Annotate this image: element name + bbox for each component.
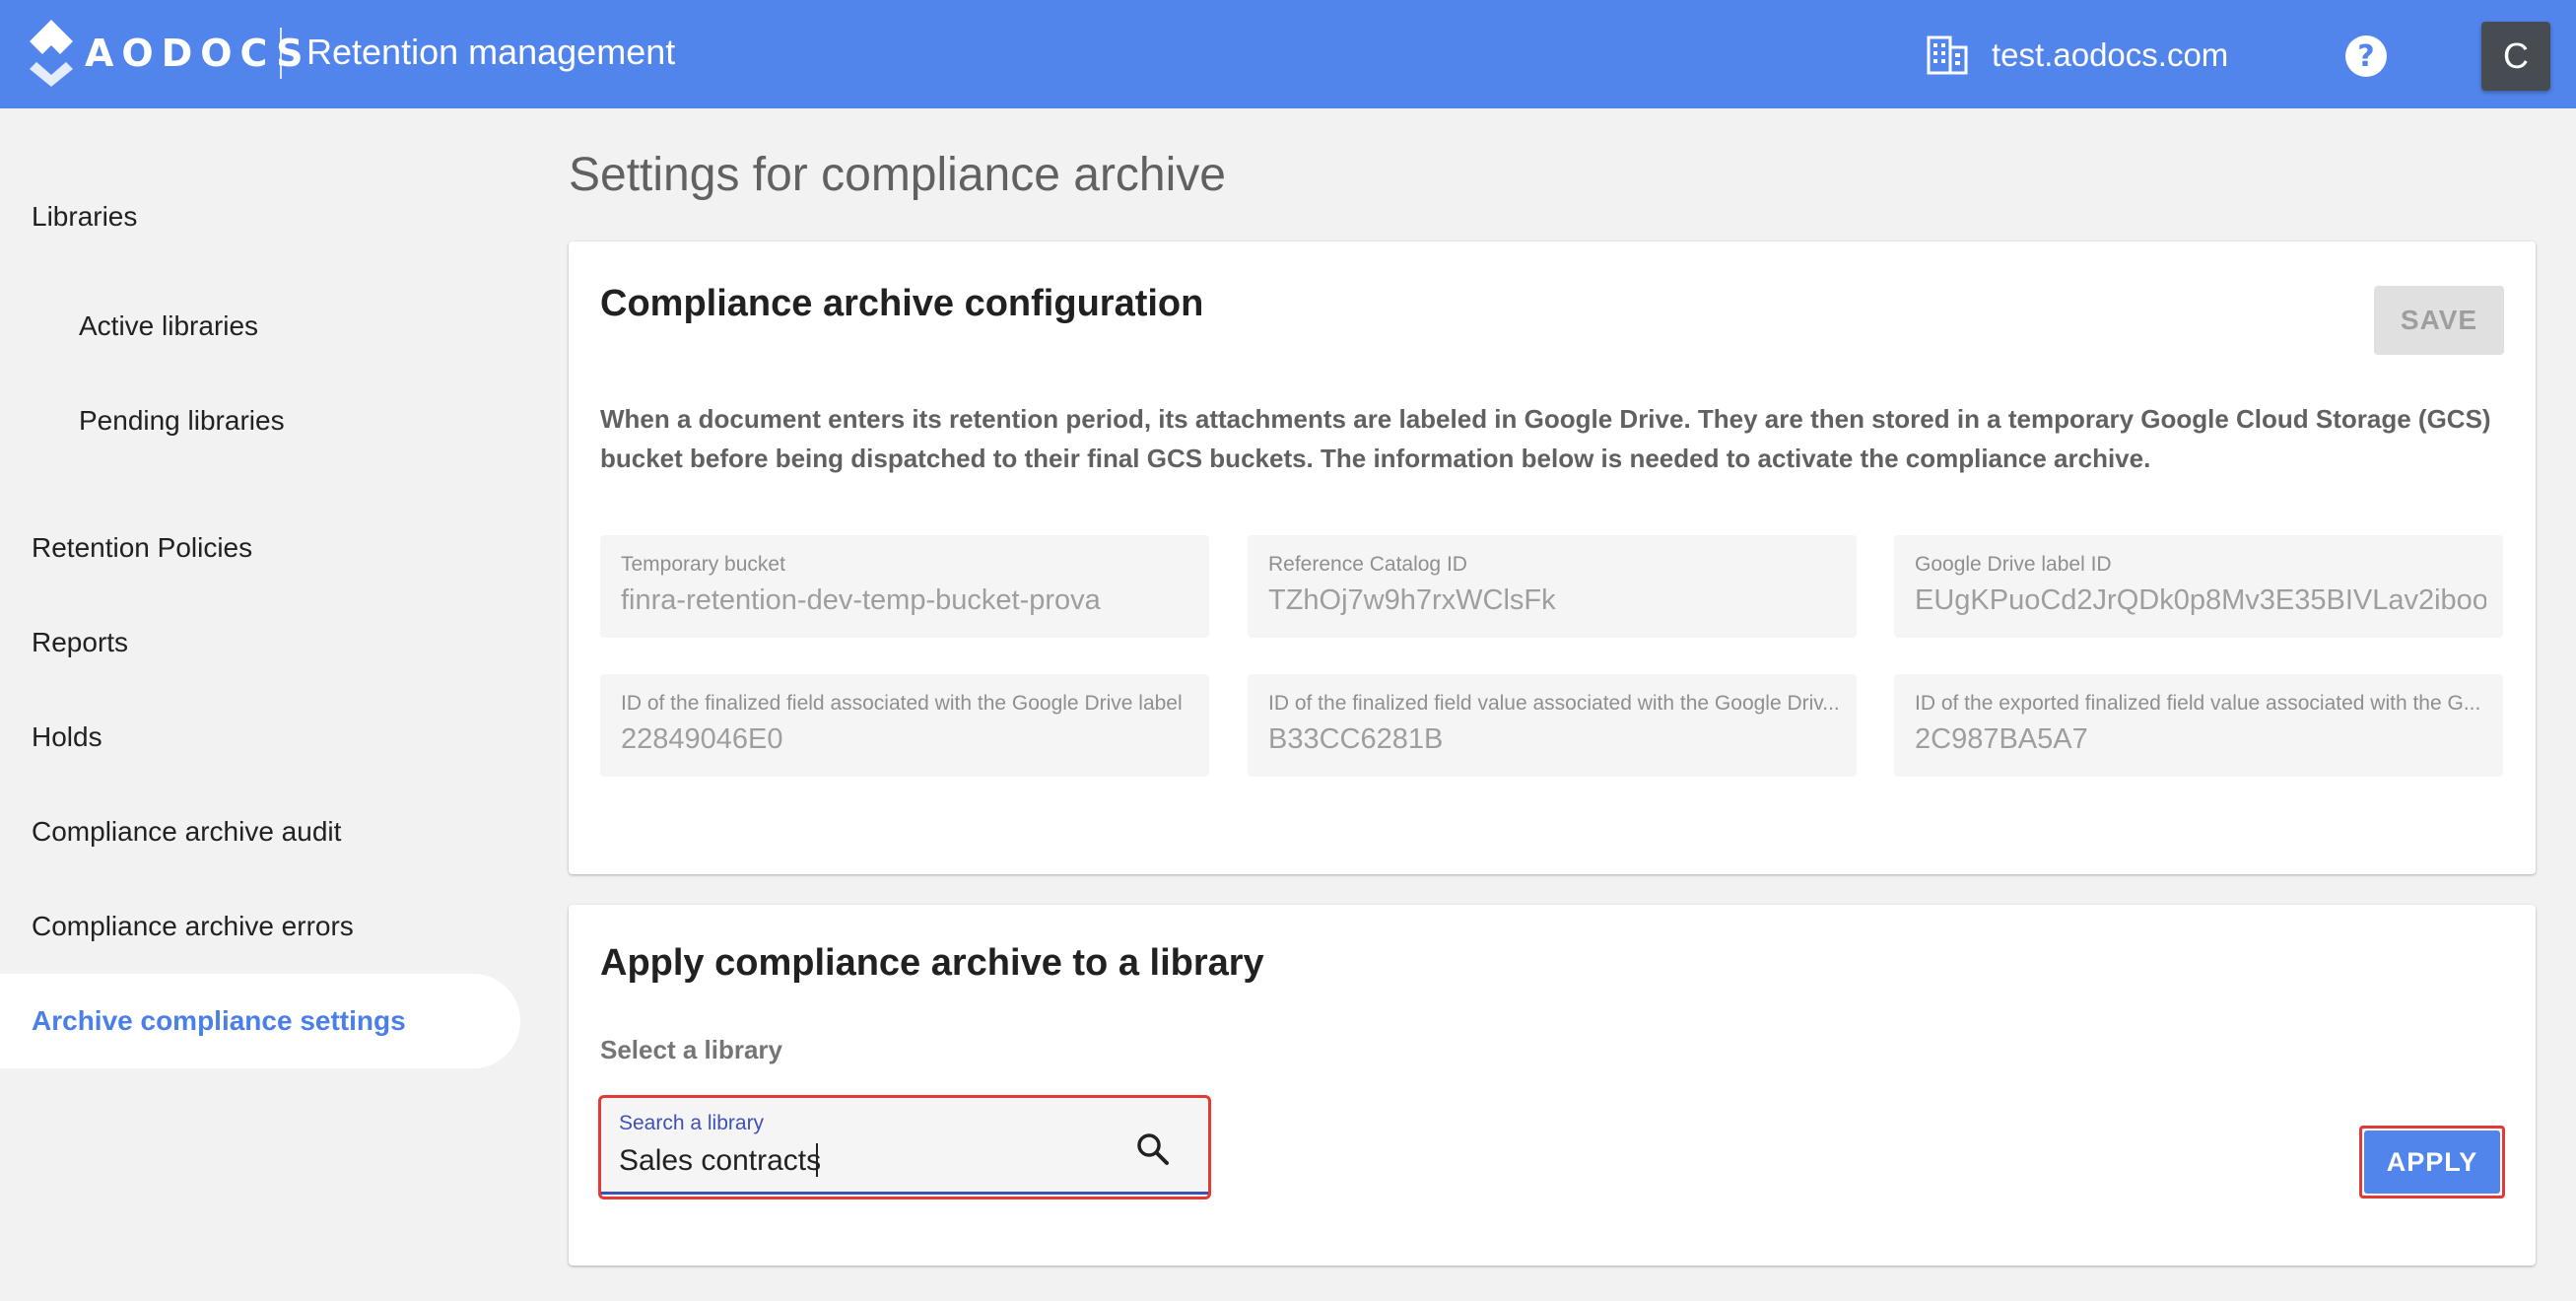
- library-search-input[interactable]: [619, 1141, 1112, 1181]
- field-value: B33CC6281B: [1268, 723, 1444, 755]
- sidebar-item-holds[interactable]: Holds: [32, 721, 102, 753]
- search-field-label: Search a library: [619, 1112, 765, 1134]
- building-icon: [1927, 35, 1968, 75]
- help-icon[interactable]: ?: [2345, 35, 2387, 77]
- aodocs-logo[interactable]: AODOCS: [28, 18, 311, 89]
- sidebar-item-pending-libraries[interactable]: Pending libraries: [79, 405, 285, 437]
- field-label: ID of the finalized field associated wit…: [621, 692, 1183, 715]
- config-card: Compliance archive configuration SAVE Wh…: [569, 241, 2536, 874]
- header-divider: [280, 28, 282, 79]
- sidebar-item-archive-compliance-settings[interactable]: Archive compliance settings: [32, 1005, 406, 1037]
- app-title: Retention management: [306, 32, 676, 72]
- exported-finalized-field-value-id-field[interactable]: ID of the exported finalized field value…: [1894, 674, 2503, 777]
- field-value: finra-retention-dev-temp-bucket-prova: [621, 584, 1101, 616]
- finalized-field-id-field[interactable]: ID of the finalized field associated wit…: [600, 674, 1209, 777]
- field-label: ID of the exported finalized field value…: [1915, 692, 2481, 715]
- sidebar-item-retention-policies[interactable]: Retention Policies: [32, 532, 252, 564]
- search-icon[interactable]: [1133, 1130, 1173, 1169]
- sidebar-item-compliance-archive-errors[interactable]: Compliance archive errors: [32, 911, 354, 942]
- temporary-bucket-field[interactable]: Temporary bucket finra-retention-dev-tem…: [600, 535, 1209, 638]
- finalized-field-value-id-field[interactable]: ID of the finalized field value associat…: [1248, 674, 1857, 777]
- sidebar-item-active-libraries[interactable]: Active libraries: [79, 310, 258, 342]
- library-search-field[interactable]: Search a library: [598, 1095, 1211, 1199]
- aodocs-logo-icon: [30, 20, 73, 87]
- select-library-label: Select a library: [600, 1035, 782, 1064]
- text-caret: [816, 1143, 818, 1177]
- field-value: 22849046E0: [621, 723, 783, 755]
- domain-label: test.aodocs.com: [1992, 36, 2229, 73]
- apply-card-title: Apply compliance archive to a library: [600, 942, 1264, 984]
- logo-text: AODOCS: [85, 32, 311, 75]
- page-title: Settings for compliance archive: [569, 149, 1226, 201]
- field-label: Temporary bucket: [621, 553, 785, 576]
- save-button[interactable]: SAVE: [2374, 286, 2504, 355]
- apply-button-highlight: APPLY: [2359, 1126, 2505, 1198]
- sidebar-item-compliance-archive-audit[interactable]: Compliance archive audit: [32, 816, 341, 848]
- google-drive-label-id-field[interactable]: Google Drive label ID EUgKPuoCd2JrQDk0p8…: [1894, 535, 2503, 638]
- sidebar-item-reports[interactable]: Reports: [32, 627, 128, 658]
- field-label: Google Drive label ID: [1915, 553, 2112, 576]
- search-underline: [601, 1192, 1208, 1195]
- domain-indicator: test.aodocs.com: [1927, 30, 2228, 81]
- field-value: TZhOj7w9h7rxWClsFk: [1268, 584, 1556, 616]
- field-value: 2C987BA5A7: [1915, 723, 2088, 755]
- apply-button[interactable]: APPLY: [2364, 1130, 2500, 1194]
- field-label: ID of the finalized field value associat…: [1268, 692, 1840, 715]
- field-label: Reference Catalog ID: [1268, 553, 1467, 576]
- config-description: When a document enters its retention per…: [600, 404, 2491, 473]
- config-card-title: Compliance archive configuration: [600, 283, 1204, 324]
- user-avatar[interactable]: C: [2481, 22, 2550, 91]
- sidebar-item-libraries[interactable]: Libraries: [32, 201, 137, 233]
- apply-card: Apply compliance archive to a library Se…: [569, 905, 2536, 1266]
- app-header: AODOCS Retention management test.aodocs.…: [0, 0, 2576, 108]
- field-value: EUgKPuoCd2JrQDk0p8Mv3E35BIVLav2ibooSN: [1915, 584, 2486, 616]
- reference-catalog-id-field[interactable]: Reference Catalog ID TZhOj7w9h7rxWClsFk: [1248, 535, 1857, 638]
